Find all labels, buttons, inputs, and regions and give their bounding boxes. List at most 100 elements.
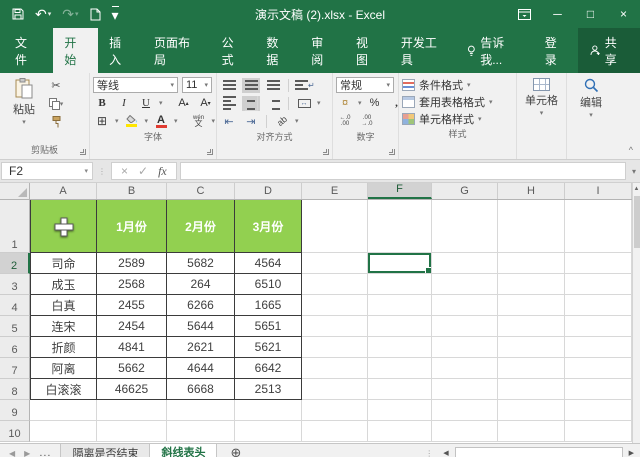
cell-D5[interactable]: 5651 <box>235 316 302 337</box>
cell-I8[interactable] <box>565 379 632 400</box>
cell-F7[interactable] <box>368 358 432 379</box>
cell-D3[interactable]: 6510 <box>235 274 302 295</box>
center-button[interactable] <box>242 95 260 111</box>
cell-I6[interactable] <box>565 337 632 358</box>
ribbon-tab-数据[interactable]: 数据 <box>255 28 300 73</box>
cell-G10[interactable] <box>432 421 498 442</box>
merge-center-button[interactable]: ↔ <box>295 96 313 111</box>
cell-E2[interactable] <box>302 253 368 274</box>
cells-button[interactable]: 单元格 ▾ <box>521 76 563 117</box>
cell-C1[interactable]: 2月份 <box>167 200 235 253</box>
ribbon-tab-公式[interactable]: 公式 <box>211 28 256 73</box>
format-painter-button[interactable] <box>47 114 65 129</box>
vertical-scroll-thumb[interactable] <box>633 196 640 248</box>
percent-style-button[interactable]: % <box>366 96 384 111</box>
next-sheet-icon[interactable]: ▶ <box>24 449 30 457</box>
cell-C2[interactable]: 5682 <box>167 253 235 274</box>
sheet-tab-隔离是否结束[interactable]: 隔离是否结束 <box>61 444 151 457</box>
share-button[interactable]: 共享 <box>578 28 640 73</box>
cell-B9[interactable] <box>97 400 167 421</box>
cell-A5[interactable]: 连宋 <box>30 316 97 337</box>
cell-I2[interactable] <box>565 253 632 274</box>
cell-C6[interactable]: 2621 <box>167 337 235 358</box>
cell-F8[interactable] <box>368 379 432 400</box>
cell-B7[interactable]: 5662 <box>97 358 167 379</box>
cell-E9[interactable] <box>302 400 368 421</box>
ribbon-display-options-icon[interactable] <box>508 0 541 28</box>
cell-D1[interactable]: 3月份 <box>235 200 302 253</box>
number-format-select[interactable]: 常规 ▾ <box>336 77 394 93</box>
collapse-ribbon-icon[interactable]: ^ <box>629 145 633 155</box>
column-header-G[interactable]: G <box>432 183 498 199</box>
cell-B4[interactable]: 2455 <box>97 295 167 316</box>
cell-H7[interactable] <box>498 358 565 379</box>
cell-E6[interactable] <box>302 337 368 358</box>
tell-me-box[interactable]: 告诉我... <box>457 28 534 73</box>
number-dialog-launcher-icon[interactable] <box>389 149 395 155</box>
close-button[interactable]: × <box>607 0 640 28</box>
save-icon[interactable] <box>12 8 24 20</box>
cell-G7[interactable] <box>432 358 498 379</box>
editing-button[interactable]: 编辑 ▾ <box>570 76 612 119</box>
column-header-I[interactable]: I <box>565 183 632 199</box>
row-header-3[interactable]: 3 <box>0 274 30 295</box>
new-sheet-button[interactable]: ⊕ <box>217 444 254 457</box>
cell-G6[interactable] <box>432 337 498 358</box>
alignment-dialog-launcher-icon[interactable] <box>323 149 329 155</box>
row-header-2[interactable]: 2 <box>0 253 30 274</box>
cancel-icon[interactable]: × <box>121 164 128 178</box>
cell-I9[interactable] <box>565 400 632 421</box>
cell-E1[interactable] <box>302 200 368 253</box>
cell-C7[interactable]: 4644 <box>167 358 235 379</box>
align-right-button[interactable] <box>264 96 282 111</box>
cell-A3[interactable]: 成玉 <box>30 274 97 295</box>
bottom-align-button[interactable] <box>264 78 282 93</box>
cell-I3[interactable] <box>565 274 632 295</box>
cell-F2[interactable] <box>368 253 432 274</box>
cell-E10[interactable] <box>302 421 368 442</box>
row-header-9[interactable]: 9 <box>0 400 30 421</box>
expand-formula-bar-icon[interactable]: ▾ <box>629 167 639 176</box>
cell-F9[interactable] <box>368 400 432 421</box>
cell-D4[interactable]: 1665 <box>235 295 302 316</box>
sheet-overflow-ellipsis[interactable]: ... <box>39 447 51 457</box>
cell-G5[interactable] <box>432 316 498 337</box>
vertical-scrollbar[interactable]: ▲ <box>632 183 640 443</box>
cell-D10[interactable] <box>235 421 302 442</box>
cell-A8[interactable]: 白滚滚 <box>30 379 97 400</box>
column-header-C[interactable]: C <box>167 183 235 199</box>
cell-F10[interactable] <box>368 421 432 442</box>
cell-F5[interactable] <box>368 316 432 337</box>
undo-icon[interactable]: ↶ ▾ <box>35 7 51 21</box>
cell-H8[interactable] <box>498 379 565 400</box>
column-header-A[interactable]: A <box>30 183 97 199</box>
select-all-corner[interactable] <box>0 183 30 199</box>
insert-function-icon[interactable]: fx <box>158 164 167 179</box>
column-header-H[interactable]: H <box>498 183 565 199</box>
cell-B2[interactable]: 2589 <box>97 253 167 274</box>
column-header-F[interactable]: F <box>368 183 432 199</box>
cell-G4[interactable] <box>432 295 498 316</box>
wrap-text-button[interactable]: ↵ <box>295 78 315 93</box>
cell-A9[interactable] <box>30 400 97 421</box>
sheet-tab-斜线表头[interactable]: 斜线表头 <box>150 444 218 457</box>
row-header-7[interactable]: 7 <box>0 358 30 379</box>
cell-A2[interactable]: 司命 <box>30 253 97 274</box>
accounting-format-button[interactable]: ¤ <box>336 96 354 111</box>
font-color-button[interactable]: A <box>152 114 170 129</box>
italic-button[interactable]: I <box>115 96 133 111</box>
cell-B1[interactable]: 1月份 <box>97 200 167 253</box>
cell-E4[interactable] <box>302 295 368 316</box>
copy-button[interactable]: ▾ <box>47 96 65 111</box>
bold-button[interactable]: B <box>93 96 111 111</box>
cell-H2[interactable] <box>498 253 565 274</box>
cell-F1[interactable] <box>368 200 432 253</box>
grow-font-button[interactable]: A ▴ <box>175 96 193 111</box>
cell-H1[interactable] <box>498 200 565 253</box>
cell-C5[interactable]: 5644 <box>167 316 235 337</box>
previous-sheet-icon[interactable]: ◀ <box>9 449 15 457</box>
cell-I7[interactable] <box>565 358 632 379</box>
cell-F3[interactable] <box>368 274 432 295</box>
cell-H4[interactable] <box>498 295 565 316</box>
column-header-B[interactable]: B <box>97 183 167 199</box>
